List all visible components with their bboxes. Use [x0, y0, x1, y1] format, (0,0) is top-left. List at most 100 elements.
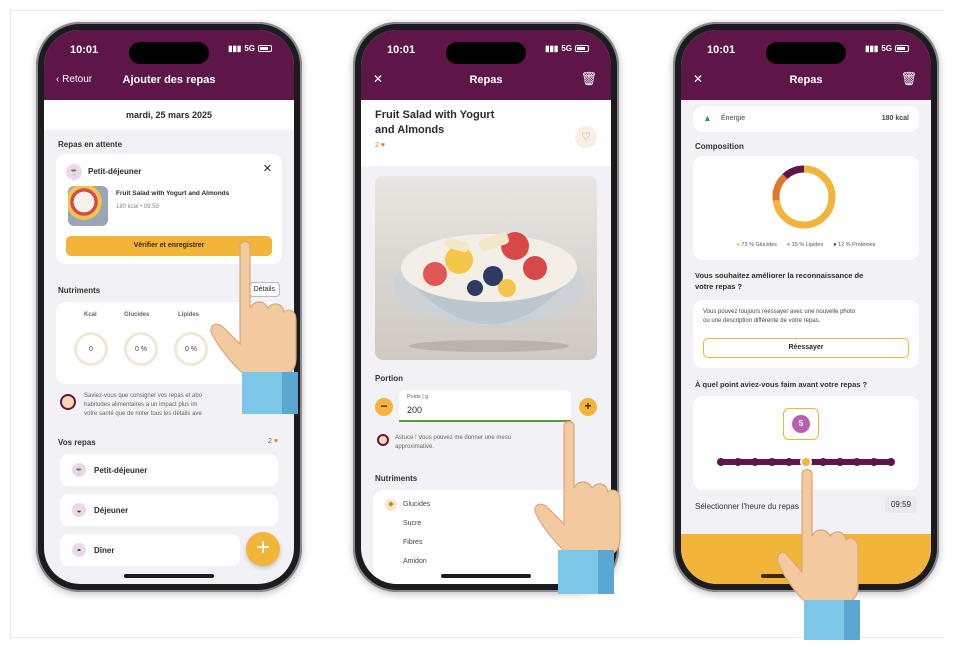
pending-meal-name: Petit-déjeuner	[88, 167, 142, 176]
hunger-slider-step[interactable]	[887, 458, 895, 466]
hunger-slider-step[interactable]	[819, 458, 827, 466]
improve-text-line-1: Vous pouvez toujours réessayer avec une …	[703, 309, 856, 315]
home-indicator	[124, 574, 214, 578]
home-indicator	[441, 574, 531, 578]
add-meal-fab[interactable]: +	[246, 532, 280, 566]
increase-button[interactable]: +	[579, 398, 597, 416]
composition-card: ● 73 % Glucides ● 15 % Lipides ● 12 % Pr…	[693, 156, 919, 260]
food-meta: 180 kcal • 09:59	[116, 204, 159, 210]
portion-title: Portion	[375, 374, 403, 383]
tapping-hand-illustration	[776, 466, 868, 642]
hand-icon	[534, 420, 621, 594]
likes-value: 2	[375, 142, 379, 149]
improve-text: Vous pouvez toujours réessayer avec une …	[703, 308, 911, 326]
meal-time-value-text: 09:59	[890, 500, 911, 509]
nutrient-value-glucides: 0 %	[134, 345, 148, 353]
portion-tip-line-2: approximative.	[395, 444, 435, 450]
nutrient-label-lipides: Lipides	[178, 312, 200, 318]
date-label: mardi, 25 mars 2025	[125, 110, 213, 120]
hand-icon	[210, 240, 298, 414]
hand-icon	[777, 468, 860, 640]
breakfast-icon: ☕	[66, 164, 82, 180]
hunger-slider-step[interactable]	[836, 458, 844, 466]
weight-value: 200	[407, 405, 423, 415]
hunger-value-bubble: 5	[783, 408, 819, 440]
meal-item-lunch[interactable]: ◒ Déjeuner	[60, 494, 278, 526]
dynamic-island	[446, 42, 526, 64]
energy-label: Énergie	[721, 115, 746, 122]
improve-text-line-2: ou une description différente de votre r…	[703, 318, 821, 324]
nutrient-value-kcal: 0	[89, 345, 93, 353]
nutrient-row-amidon: Amidon	[403, 558, 427, 565]
signal-icon: ▮▮▮	[228, 44, 242, 53]
hunger-value-circle: 5	[792, 415, 810, 433]
food-header: Fruit Salad with Yogurt and Almonds 2 ♥ …	[361, 100, 611, 166]
hunger-value: 5	[798, 419, 804, 428]
close-icon[interactable]: ✕	[263, 162, 272, 175]
hunger-slider-step[interactable]	[785, 458, 793, 466]
dynamic-island	[766, 42, 846, 64]
hunger-slider-step[interactable]	[734, 458, 742, 466]
date-bar: mardi, 25 mars 2025	[44, 100, 294, 130]
composition-title: Composition	[695, 142, 744, 151]
tip-line-3: votre santé que de noter tous les détail…	[84, 411, 202, 417]
meal-label: Petit-déjeuner	[94, 465, 148, 475]
legend-lipides: ● 15 % Lipides	[787, 242, 823, 248]
nutrient-label-glucides: Glucides	[124, 312, 150, 318]
meals-count-value: 2	[267, 438, 272, 445]
improve-title: Vous souhaitez améliorer la reconnaissan…	[695, 270, 917, 292]
nutrients-title: Nutriments	[58, 286, 101, 295]
food-photo	[375, 176, 597, 360]
network-label: 5G	[244, 44, 255, 53]
food-title: Fruit Salad with Yogurt and Almonds	[375, 108, 494, 138]
nutrient-ring-kcal: 0	[74, 332, 108, 366]
phone3-header: 10:01 ▮▮▮ 5G ✕ Repas 🗑	[681, 30, 931, 100]
coach-avatar	[60, 394, 76, 410]
network-label: 5G	[561, 44, 572, 53]
coach-avatar	[377, 434, 389, 446]
nutrient-row-sucre: Sucre	[403, 520, 422, 527]
hunger-title: À quel point aviez-vous faim avant votre…	[695, 380, 868, 389]
tip-line-2: habitudes alimentaires a un impact plus …	[84, 402, 198, 408]
favorite-heart-icon[interactable]: ♡	[575, 126, 597, 148]
hunger-slider-step[interactable]	[870, 458, 878, 466]
status-icons: ▮▮▮ 5G	[228, 44, 272, 53]
improve-title-line-1: Vous souhaitez améliorer la reconnaissan…	[695, 271, 864, 280]
page-title: Ajouter des repas	[122, 74, 216, 86]
trash-icon[interactable]: 🗑	[580, 71, 597, 87]
food-kcal: 180 kcal	[116, 204, 139, 210]
portion-tip-text: Astuce ! Vous pouvez me donner une mesu …	[395, 434, 511, 452]
decrease-button[interactable]: −	[375, 398, 393, 416]
heart-icon: ♥	[273, 438, 278, 445]
meal-item-breakfast[interactable]: ☕ Petit-déjeuner	[60, 454, 278, 486]
food-thumbnail	[68, 186, 108, 226]
tapping-hand-illustration	[206, 238, 298, 414]
page-title: Repas	[789, 74, 823, 86]
nutrient-value-lipides: 0 %	[184, 345, 198, 353]
legend-proteines: ● 12 % Protéines	[833, 242, 875, 248]
portion-tip-line-1: Astuce ! Vous pouvez me donner une mesu	[395, 435, 512, 441]
composition-donut-chart	[772, 165, 836, 229]
status-icons: ▮▮▮ 5G	[545, 44, 589, 53]
trash-icon[interactable]: 🗑	[900, 71, 917, 87]
meal-time-value[interactable]: 09:59	[884, 496, 917, 513]
hunger-slider-step[interactable]	[853, 458, 861, 466]
pending-title: Repas en attente	[58, 140, 123, 149]
meal-item-dinner[interactable]: ◓ Dîner	[60, 534, 240, 566]
legend-label: 15 % Lipides	[791, 242, 824, 248]
nutrient-ring-glucides: 0 %	[124, 332, 158, 366]
status-time: 10:01	[707, 44, 736, 56]
retry-button[interactable]: Réessayer	[703, 338, 909, 358]
hunger-slider-step[interactable]	[768, 458, 776, 466]
fruit-salad-image	[393, 232, 585, 352]
food-title-line-2: and Almonds	[375, 124, 445, 136]
likes-count: 2 ♥	[375, 142, 386, 149]
phone1-header: 10:01 ▮▮▮ 5G ‹ Retour Ajouter des repas	[44, 30, 294, 100]
hunger-slider-step[interactable]	[717, 458, 725, 466]
phone2-header: 10:01 ▮▮▮ 5G ✕ Repas 🗑	[361, 30, 611, 100]
food-title-line-1: Fruit Salad with Yogurt	[375, 109, 495, 121]
hunger-slider-step[interactable]	[751, 458, 759, 466]
frame-left-line	[10, 10, 11, 638]
tip-text: Saviez-vous que consigner vos repas et a…	[84, 392, 202, 419]
battery-icon	[575, 45, 589, 52]
